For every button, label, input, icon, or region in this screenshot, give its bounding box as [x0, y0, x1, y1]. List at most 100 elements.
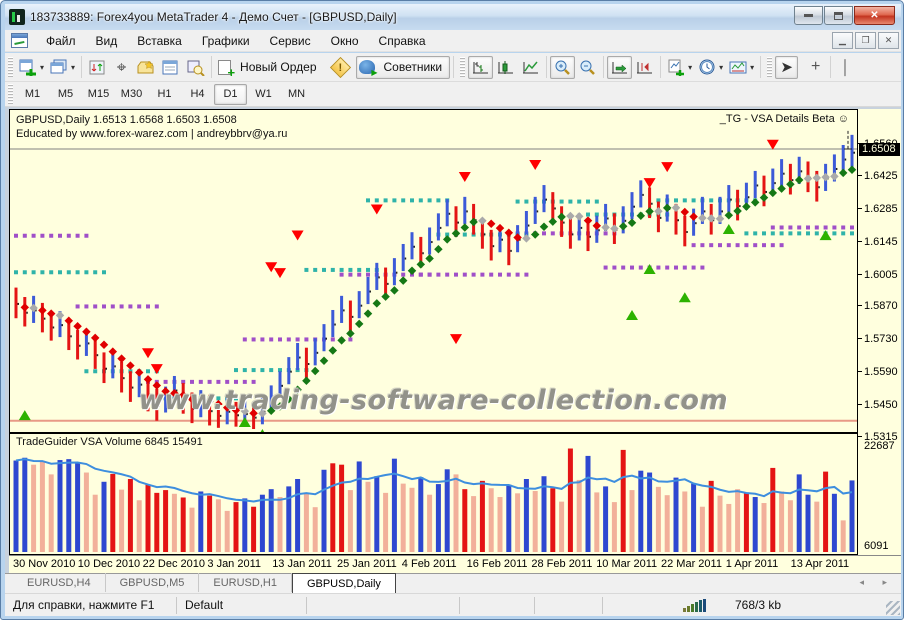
menu-1[interactable]: Вид: [86, 31, 128, 51]
price-tick-label: 1.6285: [864, 203, 898, 215]
restore-button[interactable]: [824, 6, 853, 25]
toolbar-grip[interactable]: [460, 57, 465, 77]
date-tick-label: 22 Mar 2011: [661, 558, 722, 570]
connection-signal-icon[interactable]: [683, 599, 707, 612]
tab-scroll-arrows[interactable]: ◂ ▸: [859, 577, 895, 588]
vline-icon: │: [841, 60, 850, 74]
market-watch-button[interactable]: [85, 56, 110, 79]
current-price-badge: 1.6508: [859, 143, 900, 156]
main-chart-panel[interactable]: GBPUSD,Daily 1.6513 1.6568 1.6503 1.6508…: [9, 109, 858, 433]
app-icon: [9, 9, 25, 25]
price-tick: [858, 274, 862, 275]
candle-chart-button[interactable]: [493, 56, 518, 79]
timeframe-h1[interactable]: H1: [148, 84, 181, 105]
dropdown-arrow-icon: ▾: [71, 63, 75, 72]
chart-shift-button[interactable]: [632, 56, 657, 79]
zoom-in-button[interactable]: [550, 56, 575, 79]
menu-2[interactable]: Вставка: [127, 31, 192, 51]
child-restore-button[interactable]: ❐: [855, 32, 876, 49]
status-help-text: Для справки, нажмите F1: [5, 597, 177, 614]
status-cell-empty: [535, 597, 603, 614]
profiles-button[interactable]: ▾: [47, 56, 78, 79]
status-cell-empty: [460, 597, 535, 614]
zoom-out-button[interactable]: [575, 56, 600, 79]
title-bar[interactable]: 183733889: Forex4you MetaTrader 4 - Демо…: [5, 4, 901, 30]
vertical-line-button[interactable]: │: [834, 56, 857, 79]
toolbar-grip[interactable]: [8, 57, 13, 77]
tab-eurusd-h4[interactable]: EURUSD,H4: [13, 573, 106, 592]
price-chart-svg[interactable]: [10, 110, 857, 432]
volume-axis-label: 22687: [864, 440, 895, 452]
volume-header: TradeGuider VSA Volume 6845 15491: [16, 436, 203, 448]
terminal-button[interactable]: [158, 56, 183, 79]
child-minimize-button[interactable]: ▁: [832, 32, 853, 49]
dropdown-arrow-icon: ▾: [750, 63, 754, 72]
toolbar-grip[interactable]: [767, 57, 772, 77]
line-chart-button[interactable]: [518, 56, 543, 79]
advisors-button[interactable]: Советники: [356, 56, 451, 79]
status-cell-empty: [603, 597, 675, 614]
date-tick-label: 3 Jan 2011: [207, 558, 261, 570]
window-title: 183733889: Forex4you MetaTrader 4 - Демо…: [30, 10, 397, 24]
new-order-button[interactable]: Новый Ордер: [215, 56, 324, 79]
resize-grip[interactable]: [886, 601, 900, 615]
crosshair-target-icon: ⌖: [117, 59, 127, 76]
date-tick-label: 4 Feb 2011: [402, 558, 457, 570]
price-tick-label: 1.5870: [864, 300, 898, 312]
auto-scroll-button[interactable]: [607, 56, 632, 79]
timeframe-h4[interactable]: H4: [181, 84, 214, 105]
chart-tab-bar: EURUSD,H4GBPUSD,M5EURUSD,H1GBPUSD,Daily …: [5, 573, 901, 593]
price-axis[interactable]: 1.65601.64251.62851.61451.60051.58701.57…: [858, 109, 901, 555]
new-order-label: Новый Ордер: [235, 60, 321, 74]
menu-3[interactable]: Графики: [192, 31, 260, 51]
timeframe-m30[interactable]: M30: [115, 84, 148, 105]
templates-button[interactable]: ▾: [726, 56, 757, 79]
crosshair-button[interactable]: +: [804, 56, 827, 79]
menu-5[interactable]: Окно: [321, 31, 369, 51]
price-tick: [858, 241, 862, 242]
price-tick-label: 1.5450: [864, 399, 898, 411]
bar-chart-button[interactable]: [468, 56, 493, 79]
status-profile[interactable]: Default: [177, 597, 307, 614]
timeframe-m15[interactable]: M15: [82, 84, 115, 105]
date-axis[interactable]: 30 Nov 201010 Dec 201022 Dec 20103 Jan 2…: [9, 555, 901, 573]
timeframe-w1[interactable]: W1: [247, 84, 280, 105]
periods-button[interactable]: ▾: [695, 56, 726, 79]
date-tick-label: 28 Feb 2011: [531, 558, 592, 570]
menu-0[interactable]: Файл: [36, 31, 86, 51]
timeframe-buttons: M1M5M15M30H1H4D1W1MN: [16, 84, 313, 105]
crosshair-icon: +: [811, 59, 820, 75]
vsa-indicator-label: _TG - VSA Details Beta ☺: [720, 113, 849, 125]
timeframe-m5[interactable]: M5: [49, 84, 82, 105]
toolbar-grip[interactable]: [8, 84, 13, 104]
tab-gbpusd-m5[interactable]: GBPUSD,M5: [106, 573, 200, 592]
date-tick-label: 10 Mar 2011: [596, 558, 657, 570]
new-order-icon: [218, 60, 231, 75]
timeframe-m1[interactable]: M1: [16, 84, 49, 105]
minimize-button[interactable]: [794, 6, 823, 25]
dropdown-arrow-icon: ▾: [40, 63, 44, 72]
close-button[interactable]: ✕: [854, 6, 895, 25]
tab-gbpusd-daily[interactable]: GBPUSD,Daily: [292, 573, 396, 593]
chart-document-icon[interactable]: [11, 33, 28, 48]
timeframe-mn[interactable]: MN: [280, 84, 313, 105]
navigator-button[interactable]: [133, 56, 158, 79]
menu-6[interactable]: Справка: [369, 31, 436, 51]
dropdown-arrow-icon: ▾: [688, 63, 692, 72]
price-tick: [858, 371, 862, 372]
timeframe-d1[interactable]: D1: [214, 84, 247, 105]
metaeditor-button[interactable]: !: [329, 56, 352, 79]
indicators-button[interactable]: ▾: [664, 56, 695, 79]
data-window-button[interactable]: ⌖: [110, 56, 133, 79]
tab-eurusd-h1[interactable]: EURUSD,H1: [199, 573, 292, 592]
child-close-button[interactable]: ✕: [878, 32, 899, 49]
price-tick-label: 1.6005: [864, 269, 898, 281]
chart-ohlc-text: GBPUSD,Daily 1.6513 1.6568 1.6503 1.6508: [16, 113, 287, 127]
cursor-button[interactable]: ➤: [775, 56, 798, 79]
new-chart-button[interactable]: ▾: [16, 56, 47, 79]
chart-educated-text: Educated by www.forex-warez.com | andrey…: [16, 127, 287, 141]
volume-panel[interactable]: TradeGuider VSA Volume 6845 15491: [9, 433, 858, 555]
menu-4[interactable]: Сервис: [260, 31, 321, 51]
volume-chart-svg[interactable]: [10, 434, 857, 554]
strategy-tester-button[interactable]: [183, 56, 208, 79]
